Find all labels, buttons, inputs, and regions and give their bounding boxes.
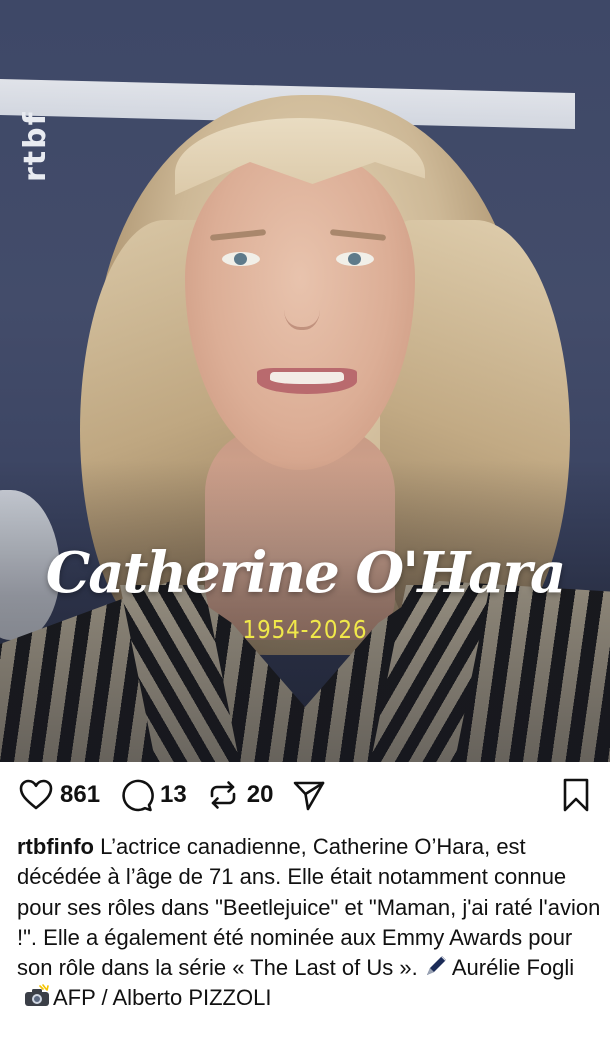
nose <box>284 285 320 330</box>
like-button[interactable]: 861 <box>18 777 100 813</box>
camera-flash-icon <box>25 984 49 1007</box>
repost-count: 20 <box>246 781 274 808</box>
pen-icon <box>426 956 446 976</box>
author-name: Aurélie Fogli <box>451 955 575 981</box>
photo-shade <box>0 460 610 762</box>
photo-credit: AFP / Alberto PIZZOLI <box>53 985 272 1011</box>
like-count: 861 <box>60 781 101 808</box>
action-bar: 861 13 20 <box>0 762 610 828</box>
repost-icon <box>210 781 236 809</box>
bookmark-icon <box>563 778 589 812</box>
caption-username[interactable]: rtbfinfo <box>17 834 94 859</box>
share-icon <box>294 781 325 811</box>
post-photo[interactable]: rtbf Catherine O'Hara 1954-2026 <box>0 0 610 762</box>
heart-icon <box>19 779 53 810</box>
comment-count: 13 <box>160 781 187 808</box>
left-eye <box>222 252 260 266</box>
bookmark-button[interactable] <box>560 777 592 813</box>
repost-button[interactable]: 20 <box>205 777 274 813</box>
comment-button[interactable]: 13 <box>118 777 187 813</box>
overlay-name: Catherine O'Hara <box>45 540 567 606</box>
rtbf-watermark: rtbf <box>18 110 53 182</box>
teeth <box>270 372 344 384</box>
post: rtbf Catherine O'Hara 1954-2026 861 13 2… <box>0 0 610 1050</box>
comment-icon <box>122 779 154 812</box>
share-button[interactable] <box>291 777 327 813</box>
overlay-years: 1954-2026 <box>242 615 368 644</box>
right-eye <box>336 252 374 266</box>
post-caption: rtbfinfo L’actrice canadienne, Catherine… <box>17 832 602 1014</box>
